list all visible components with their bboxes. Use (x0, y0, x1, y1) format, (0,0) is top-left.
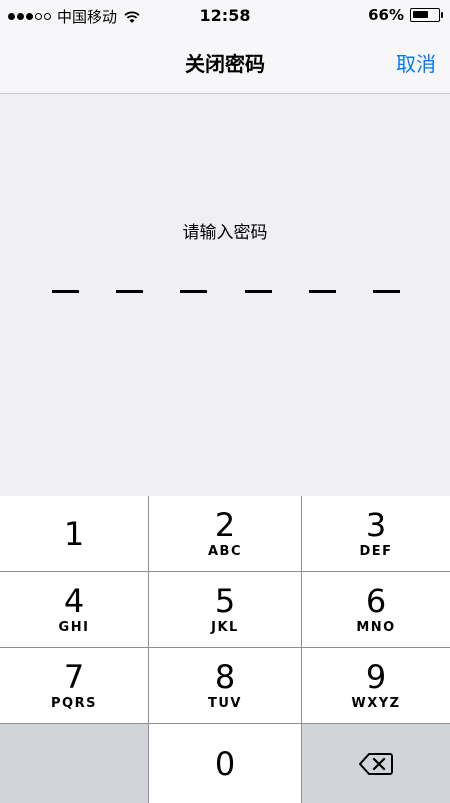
passcode-dash (244, 290, 272, 293)
passcode-dash (52, 290, 79, 293)
page-title: 关闭密码 (185, 52, 265, 76)
backspace-icon (359, 752, 393, 775)
key-letters: GHI (58, 620, 90, 635)
key-letters: WXYZ (351, 696, 401, 711)
passcode-dash (308, 290, 336, 293)
passcode-dash (180, 290, 208, 293)
passcode-dashes (52, 290, 400, 294)
key-0[interactable]: 0 (148, 724, 302, 803)
key-number: 0 (214, 744, 236, 783)
key-7[interactable]: 7 PQRS (0, 648, 148, 723)
key-number: 1 (63, 514, 85, 553)
numeric-keypad: 1 2 ABC 3 DEF 4 GHI 5 JKL 6 MNO 7 PQRS 8… (0, 496, 450, 803)
passcode-prompt: 请输入密码 (182, 223, 268, 243)
key-letters: JKL (211, 620, 239, 635)
nav-bar: 关闭密码 取消 (0, 32, 450, 94)
passcode-dash (116, 290, 144, 293)
key-6[interactable]: 6 MNO (302, 572, 450, 647)
key-number: 2 (214, 506, 236, 544)
key-number: 8 (214, 658, 236, 696)
key-letters: TUV (208, 696, 242, 711)
cancel-button[interactable]: 取消 (396, 48, 436, 77)
key-letters: ABC (207, 544, 242, 559)
status-right: 66% (368, 6, 443, 24)
battery-fill (413, 11, 428, 18)
key-9[interactable]: 9 WXYZ (302, 648, 450, 723)
key-letters: DEF (359, 544, 393, 559)
key-number: 6 (365, 582, 387, 620)
key-number: 7 (63, 658, 85, 696)
passcode-dash (372, 290, 400, 293)
key-number: 5 (214, 582, 236, 620)
key-number: 3 (365, 506, 387, 544)
key-4[interactable]: 4 GHI (0, 572, 148, 647)
key-3[interactable]: 3 DEF (302, 496, 450, 571)
key-5[interactable]: 5 JKL (148, 572, 302, 647)
key-number: 4 (63, 582, 85, 620)
delete-button[interactable] (302, 724, 450, 803)
passcode-area: 请输入密码 (0, 94, 450, 496)
key-letters: PQRS (51, 696, 97, 711)
key-8[interactable]: 8 TUV (148, 648, 302, 723)
status-bar: 中国移动 12:58 66% (0, 0, 450, 32)
key-blank (0, 724, 148, 803)
key-letters: MNO (356, 620, 396, 635)
key-1[interactable]: 1 (0, 496, 148, 571)
battery-icon (410, 8, 443, 22)
key-2[interactable]: 2 ABC (148, 496, 302, 571)
key-number: 9 (365, 658, 387, 696)
battery-percent: 66% (368, 6, 404, 24)
